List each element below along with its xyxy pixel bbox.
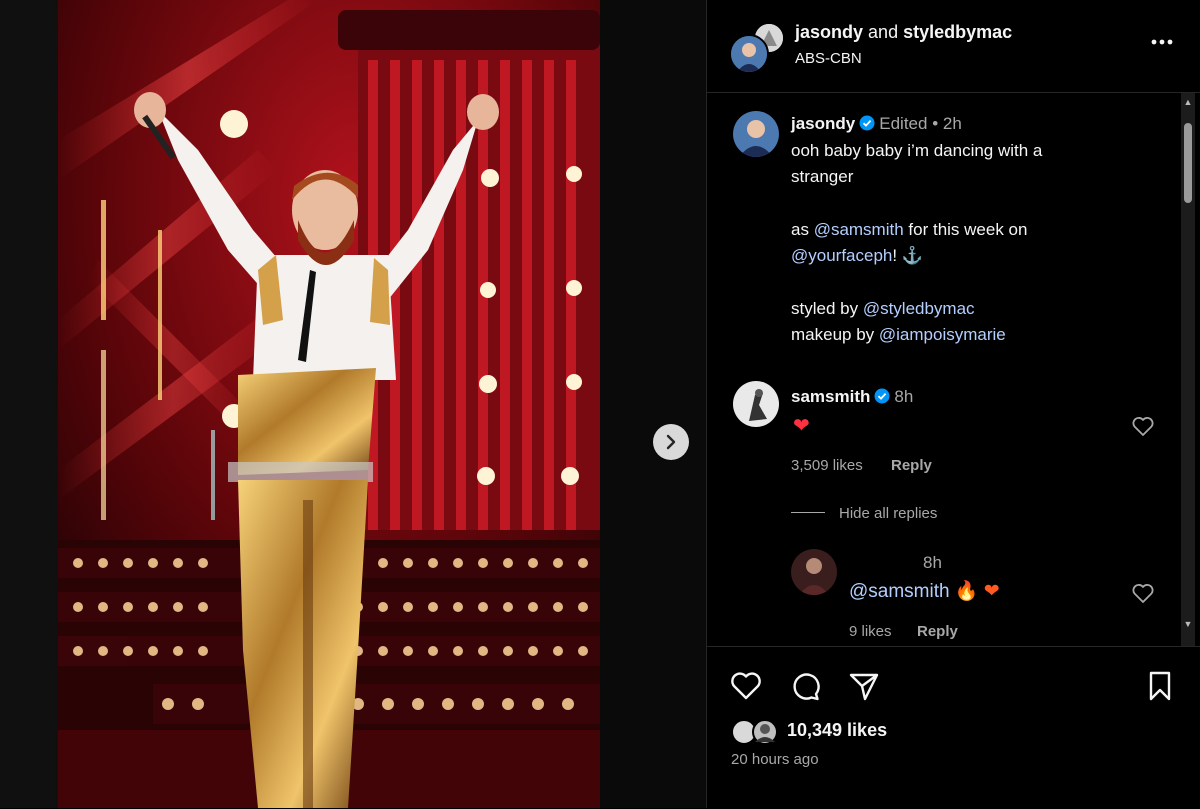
backdrop-left-edge <box>0 0 58 808</box>
comment-reply-button[interactable]: Reply <box>891 457 932 474</box>
avatar-image <box>731 36 767 72</box>
caption-line: ooh baby baby i’m dancing with a <box>791 141 1043 160</box>
mention-link[interactable]: @iampoisymarie <box>879 325 1006 344</box>
verified-badge-icon <box>859 115 875 131</box>
caption-text: ! ⚓ <box>892 246 923 265</box>
caption-line: makeup by @iampoisymarie <box>791 322 1006 348</box>
reply-like-heart-icon[interactable] <box>1131 582 1155 604</box>
post-location[interactable]: ABS-CBN <box>795 50 862 67</box>
comment-icon[interactable] <box>789 669 823 703</box>
mention-link[interactable]: @styledbymac <box>863 299 975 318</box>
share-icon[interactable] <box>847 669 881 703</box>
comment-time[interactable]: 8h <box>894 387 913 406</box>
mention-link[interactable]: @samsmith <box>849 581 950 602</box>
more-options-button[interactable] <box>1147 32 1177 52</box>
comment-likes-count[interactable]: 3,509 likes <box>791 457 863 474</box>
author-link-styledbymac[interactable]: styledbymac <box>903 22 1012 42</box>
liked-by-avatar-stack <box>731 719 778 745</box>
post-likes-count[interactable]: 10,349 likes <box>787 720 887 741</box>
reply-reply-button[interactable]: Reply <box>917 623 958 640</box>
liked-by-avatars[interactable] <box>731 718 783 751</box>
post-photo <box>58 0 600 808</box>
comment-avatar[interactable] <box>733 381 779 427</box>
caption-separator: • <box>932 114 939 133</box>
post-authors: jasondy and styledbymac <box>795 22 1012 43</box>
caption-avatar[interactable] <box>733 111 779 157</box>
more-options-icon <box>1151 39 1173 45</box>
mention-link[interactable]: @yourfaceph <box>791 246 892 265</box>
scroll-down-arrow-icon[interactable]: ▼ <box>1181 617 1195 631</box>
comment-header: samsmith 8h <box>791 384 913 410</box>
caption-text: makeup by <box>791 325 879 344</box>
reply-emoji: 🔥 ❤ <box>954 581 1000 602</box>
bookmark-icon[interactable] <box>1143 669 1177 703</box>
caption-line: @yourfaceph! ⚓ <box>791 243 923 269</box>
caption-header: jasondy Edited • 2h <box>791 111 962 137</box>
avatar-image <box>791 549 837 595</box>
author-link-jasondy[interactable]: jasondy <box>795 22 863 42</box>
comment-text: ❤ <box>793 415 810 437</box>
post-timestamp[interactable]: 20 hours ago <box>731 751 819 768</box>
next-image-button[interactable] <box>653 424 689 460</box>
verified-badge-icon <box>874 388 890 404</box>
reply-time[interactable]: 8h <box>923 553 942 573</box>
caption-time[interactable]: 2h <box>943 114 962 133</box>
comments-section: jasondy Edited • 2h ooh baby baby i’m dan… <box>707 93 1200 646</box>
comments-scrollbar[interactable]: ▲ ▼ <box>1181 93 1195 646</box>
avatar-image <box>733 111 779 157</box>
caption-text: as <box>791 220 814 239</box>
chevron-right-icon <box>666 434 676 450</box>
comment-like-heart-icon[interactable] <box>1131 415 1155 437</box>
avatar-jasondy[interactable] <box>729 34 769 74</box>
caption-line: styled by @styledbymac <box>791 296 975 322</box>
hide-replies-button[interactable]: Hide all replies <box>839 505 937 522</box>
caption-text: for this week on <box>903 220 1028 239</box>
modal-gap <box>600 0 706 808</box>
replies-divider-line <box>791 512 825 513</box>
caption-line: stranger <box>791 167 854 186</box>
caption-edited: Edited <box>879 114 928 133</box>
like-heart-icon[interactable] <box>729 669 763 703</box>
author-joiner: and <box>868 22 899 42</box>
reply-likes-count[interactable]: 9 likes <box>849 623 892 640</box>
mention-link[interactable]: @samsmith <box>814 220 904 239</box>
scroll-up-arrow-icon[interactable]: ▲ <box>1181 95 1195 109</box>
scrollbar-thumb[interactable] <box>1184 123 1192 203</box>
caption-username[interactable]: jasondy <box>791 114 855 133</box>
reply-avatar[interactable] <box>791 549 837 595</box>
caption-line: as @samsmith for this week on <box>791 217 1027 243</box>
performer-on-stage-image <box>58 0 600 808</box>
reply-text: @samsmith 🔥 ❤ <box>849 579 1000 605</box>
avatar-image <box>733 381 779 427</box>
comment-username[interactable]: samsmith <box>791 387 870 406</box>
caption-text: styled by <box>791 299 863 318</box>
collab-avatars[interactable] <box>729 22 785 74</box>
post-header: jasondy and styledbymac ABS-CBN <box>707 0 1200 93</box>
post-details-panel: jasondy and styledbymac ABS-CBN jasondy E… <box>706 0 1200 808</box>
